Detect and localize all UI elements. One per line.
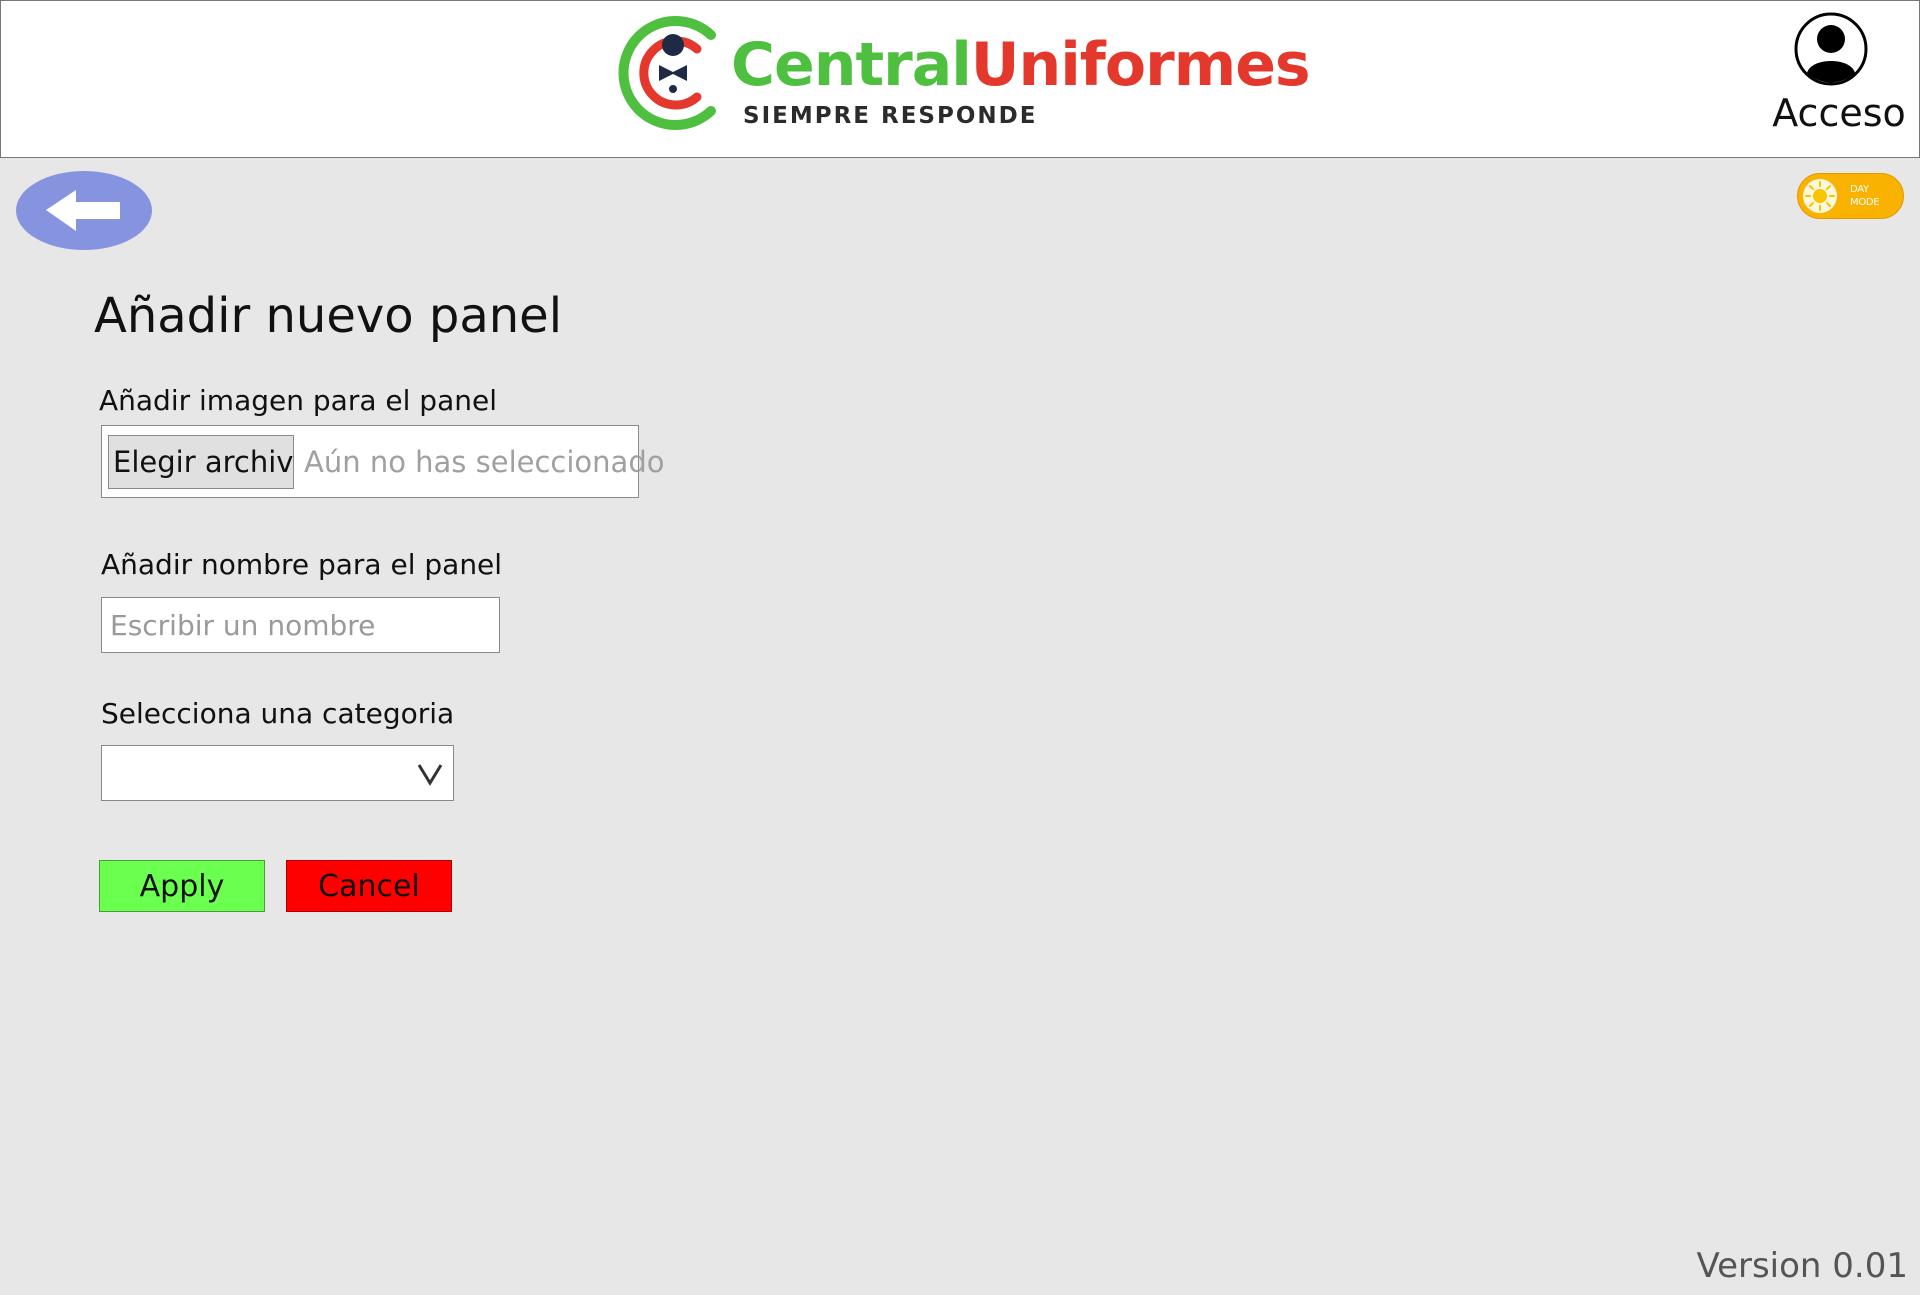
- day-mode-label: DAY MODE: [1850, 183, 1880, 209]
- brand-name-part2: Uniformes: [970, 30, 1311, 100]
- brand-name-part1: Central: [731, 30, 972, 100]
- panel-name-input[interactable]: [101, 597, 500, 653]
- day-mode-toggle[interactable]: DAY MODE: [1797, 173, 1904, 219]
- login-label: Acceso: [1772, 91, 1906, 135]
- file-status-text: Aún no has seleccionado: [304, 445, 665, 479]
- brand-emblem-icon: [618, 16, 716, 130]
- app-header: CentralUniformes SIEMPRE RESPONDE Acceso: [0, 0, 1920, 158]
- toggle-knob: [1803, 179, 1837, 213]
- version-label: Version 0.01: [1696, 1246, 1908, 1286]
- day-mode-label-line2: MODE: [1850, 197, 1880, 208]
- cancel-button[interactable]: Cancel: [286, 860, 452, 912]
- file-input[interactable]: Elegir archivo Aún no has seleccionado: [101, 425, 664, 498]
- brand-logo: CentralUniformes SIEMPRE RESPONDE: [615, 11, 1315, 135]
- image-field-label: Añadir imagen para el panel: [99, 384, 497, 417]
- choose-file-button[interactable]: Elegir archivo: [108, 435, 294, 489]
- category-field-label: Selecciona una categoria: [101, 697, 455, 730]
- user-circle-icon: [1794, 12, 1868, 86]
- back-button[interactable]: [16, 171, 152, 250]
- chevron-down-icon: [417, 764, 443, 786]
- page-title: Añadir nuevo panel: [94, 288, 563, 344]
- brand-name: CentralUniformes: [731, 35, 1311, 95]
- apply-button[interactable]: Apply: [99, 860, 265, 912]
- category-select[interactable]: [101, 745, 454, 801]
- login-button[interactable]: Acceso: [1769, 11, 1909, 141]
- brand-tagline: SIEMPRE RESPONDE: [743, 103, 1038, 129]
- arrow-left-icon: [46, 190, 120, 231]
- sun-icon: [1805, 181, 1835, 211]
- day-mode-label-line1: DAY: [1850, 184, 1869, 195]
- name-field-label: Añadir nombre para el panel: [101, 548, 503, 581]
